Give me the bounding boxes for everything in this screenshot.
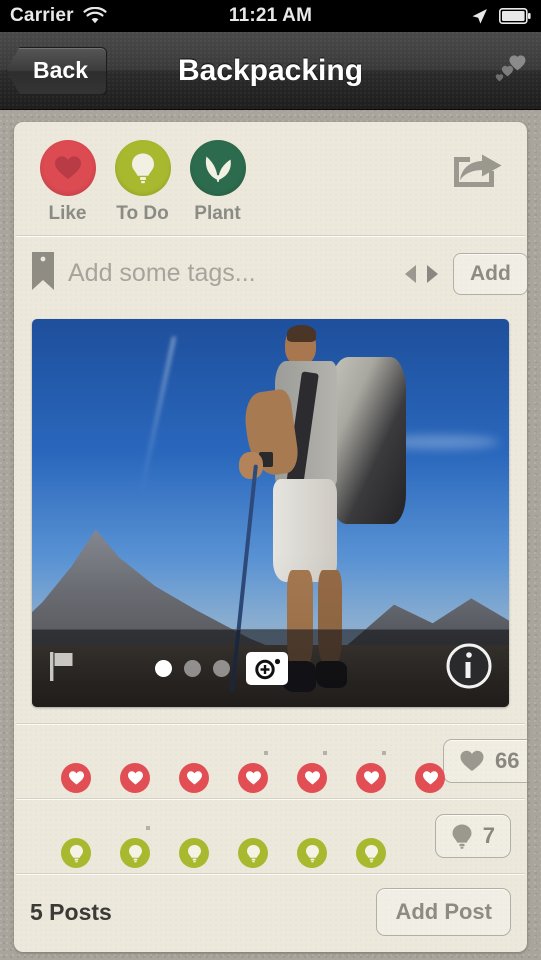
heart-icon xyxy=(179,763,209,793)
camera-add-icon[interactable] xyxy=(245,652,288,685)
tags-input[interactable] xyxy=(68,259,390,288)
list-item[interactable] xyxy=(384,735,445,793)
likes-row: 66 xyxy=(14,724,527,798)
list-item[interactable] xyxy=(207,735,268,793)
share-icon[interactable] xyxy=(451,146,511,193)
likes-count: 66 xyxy=(495,748,520,773)
photo-overlay-bar xyxy=(32,629,509,707)
list-item[interactable] xyxy=(207,810,268,868)
photo-page-dots[interactable] xyxy=(154,652,288,685)
arrow-left-icon xyxy=(405,264,416,283)
lightbulb-icon xyxy=(179,838,209,868)
lightbulb-icon xyxy=(356,838,386,868)
lightbulb-icon xyxy=(120,838,150,868)
post-photo[interactable] xyxy=(32,319,509,707)
arrow-right-icon xyxy=(427,264,438,283)
post-card: Like To Do Plant Add some tags... Add 66… xyxy=(14,122,527,952)
actions-row: Like To Do Plant xyxy=(14,122,527,235)
heart-icon xyxy=(120,763,150,793)
wifi-icon xyxy=(83,7,107,25)
list-item[interactable] xyxy=(89,810,150,868)
list-item[interactable] xyxy=(325,735,386,793)
todo-row: 7 xyxy=(14,799,527,873)
page-dot-1[interactable] xyxy=(154,660,172,677)
back-button[interactable]: Back xyxy=(6,46,107,95)
lightbulb-icon xyxy=(452,824,472,849)
posts-count-label: 5 Posts xyxy=(30,898,112,925)
action-plant-label: Plant xyxy=(194,203,241,224)
lightbulb-icon xyxy=(297,838,327,868)
footer-row: 5 Posts Add Post xyxy=(14,874,527,952)
tags-row: Add xyxy=(14,236,527,311)
list-item[interactable] xyxy=(30,810,91,868)
lightbulb-icon xyxy=(238,838,268,868)
tag-bookmark-icon xyxy=(30,250,56,297)
hearts-icon[interactable] xyxy=(485,51,527,90)
heart-icon xyxy=(297,763,327,793)
list-item[interactable] xyxy=(30,735,91,793)
heart-icon xyxy=(460,750,484,771)
action-plant[interactable]: Plant xyxy=(180,140,255,225)
location-arrow-icon xyxy=(470,7,489,26)
action-like[interactable]: Like xyxy=(30,140,105,225)
list-item[interactable] xyxy=(148,810,209,868)
list-item[interactable] xyxy=(266,810,327,868)
lightbulb-icon xyxy=(114,140,171,196)
list-item[interactable] xyxy=(89,735,150,793)
heart-icon xyxy=(238,763,268,793)
battery-icon xyxy=(499,8,531,24)
add-post-button[interactable]: Add Post xyxy=(376,888,511,936)
flag-icon[interactable] xyxy=(48,650,76,687)
action-like-label: Like xyxy=(48,203,87,224)
add-tag-button[interactable]: Add xyxy=(453,252,527,295)
navigation-bar: Back Backpacking xyxy=(0,32,541,110)
lightbulb-icon xyxy=(61,838,91,868)
page-dot-2[interactable] xyxy=(183,660,201,677)
status-bar-right xyxy=(470,7,531,26)
status-bar-left: Carrier xyxy=(10,5,107,27)
likes-count-badge[interactable]: 66 xyxy=(443,739,527,783)
heart-icon xyxy=(415,763,445,793)
page-dot-3[interactable] xyxy=(212,660,230,677)
todo-count-badge[interactable]: 7 xyxy=(434,814,511,858)
heart-icon xyxy=(39,140,96,196)
todo-count: 7 xyxy=(482,823,495,848)
heart-icon xyxy=(356,763,386,793)
heart-icon xyxy=(61,763,91,793)
list-item[interactable] xyxy=(266,735,327,793)
list-item[interactable] xyxy=(325,810,386,868)
leaf-icon xyxy=(189,140,246,196)
action-todo[interactable]: To Do xyxy=(105,140,180,225)
status-bar: Carrier 11:21 AM xyxy=(0,0,541,32)
tag-nav-arrows[interactable] xyxy=(402,263,441,285)
info-icon[interactable] xyxy=(445,642,493,695)
list-item[interactable] xyxy=(148,735,209,793)
action-todo-label: To Do xyxy=(116,203,169,224)
carrier-label: Carrier xyxy=(10,5,74,26)
